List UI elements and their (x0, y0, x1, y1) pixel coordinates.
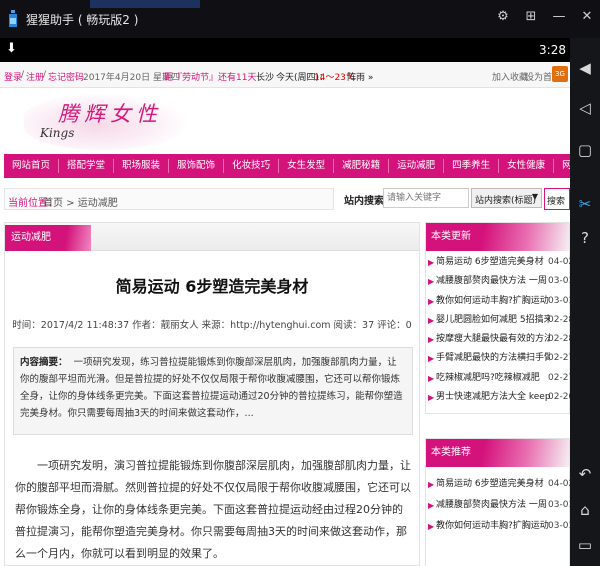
help-icon[interactable]: ? (575, 228, 595, 248)
arrow-icon: ▶ (428, 258, 435, 267)
emulator-titlebar: 猩猩助手 ( 畅玩版2 ) ⚙ ⊞ — ✕ (0, 0, 600, 38)
latest-list: ▶简易运动 6步塑造完美身材04-02 ▶减腰腹部赘肉最快方法 一周03-01 … (426, 251, 570, 407)
emulator-side-toolbar: ◀ ◁ ▢ ✂ ? ↶ ⌂ ▭ (570, 38, 600, 566)
summary-text: 一项研究发现，练习普拉提能锻炼到你腹部深层肌肉，加强腹部肌肉力量，让你的腹部平坦… (20, 357, 403, 419)
shake-icon[interactable]: ▢ (575, 140, 595, 160)
nav-item-hairstyle[interactable]: 女生发型 (279, 159, 335, 173)
home-icon[interactable]: ⌂ (575, 500, 595, 520)
holiday-countdown: 距『劳动节』还有11天 (164, 73, 257, 83)
top-info-bar: 登录 / 注册 / 忘记密码 2017年4月20日 星期四 距『劳动节』还有11… (0, 62, 570, 88)
arrow-icon: ▶ (428, 277, 435, 287)
article-panel-header: 运动减肥 (5, 223, 419, 251)
add-favorite-link[interactable]: 加入收藏 (492, 70, 528, 83)
close-icon[interactable]: ✕ (580, 10, 594, 24)
chevron-down-icon: ▼ (531, 192, 538, 201)
main-nav: 网站首页 搭配学堂 职场服装 服饰配饰 化妆技巧 女生发型 减肥秘籍 运动减肥 … (4, 154, 570, 178)
list-item[interactable]: ▶吃辣椒减肥吗?吃辣椒减肥02-27 (426, 369, 570, 388)
arrow-icon: ▶ (428, 522, 435, 531)
site-logo[interactable]: 腾辉女性 (58, 98, 162, 128)
list-item[interactable]: ▶简易运动 6步塑造完美身材04-02 (426, 475, 570, 496)
arrow-icon: ▶ (428, 501, 435, 510)
settings-icon[interactable]: ⚙ (496, 10, 510, 24)
arrow-icon: ▶ (428, 354, 435, 364)
arrow-icon: ▶ (428, 393, 435, 403)
logo-signature: Kings (40, 126, 75, 140)
latest-title: 本类更新 (426, 223, 569, 251)
list-item[interactable]: ▶手臂减肥最快的方法横扫手臂02-27 (426, 349, 570, 368)
minimize-icon[interactable]: — (552, 10, 566, 24)
download-icon: ⬇ (6, 41, 17, 56)
site-banner: 腾辉女性 Kings (0, 88, 570, 154)
breadcrumb: 当前位置： 首页 > 运动减肥 (4, 188, 334, 210)
title-overlay-bar (90, 0, 200, 8)
recommend-list: ▶简易运动 6步塑造完美身材04-02 ▶减腰腹部赘肉最快方法 一周03-01 … (426, 467, 570, 538)
nav-item-seasons[interactable]: 四季养生 (444, 159, 500, 173)
list-item[interactable]: ▶按摩瘦大腿最快最有效的方法02-28 (426, 330, 570, 349)
login-link[interactable]: 登录 (4, 70, 22, 83)
list-item[interactable]: ▶减腰腹部赘肉最快方法 一周03-01 (426, 496, 570, 517)
arrow-icon: ▶ (428, 296, 435, 306)
arrow-icon: ▶ (428, 315, 435, 325)
arrow-icon: ▶ (428, 480, 435, 489)
register-link[interactable]: 注册 (26, 70, 44, 83)
nav-item-workwear[interactable]: 职场服装 (114, 159, 170, 173)
nav-item-home[interactable]: 网站首页 (4, 159, 60, 173)
nav-item-makeup[interactable]: 化妆技巧 (224, 159, 280, 173)
article-summary: 内容摘要： 一项研究发现，练习普拉提能锻炼到你腹部深层肌肉，加强腹部肌肉力量，让… (13, 347, 413, 435)
section-tag[interactable]: 运动减肥 (5, 225, 91, 251)
apps-icon[interactable]: ⊞ (524, 10, 538, 24)
search-scope-value: 站内搜索(标题) (475, 196, 537, 206)
breadcrumb-bar: 当前位置： 首页 > 运动减肥 站内搜索 站内搜索(标题) ▼ 搜索 (0, 188, 570, 210)
back-icon[interactable]: ↶ (575, 464, 595, 484)
arrow-icon: ▶ (428, 335, 435, 345)
recent-apps-icon[interactable]: ▭ (575, 535, 595, 555)
forgot-password-link[interactable]: 忘记密码 (48, 70, 84, 83)
nav-item-health[interactable]: 女性健康 (499, 159, 555, 173)
search-button[interactable]: 搜索 (544, 188, 570, 210)
list-item[interactable]: ▶婴儿肥圆脸如何减肥 5招搞来02-28 (426, 311, 570, 330)
search-input[interactable] (383, 188, 469, 208)
nav-item-shopping[interactable]: 网购技巧 (554, 159, 570, 173)
nav-item-accessories[interactable]: 服饰配饰 (169, 159, 225, 173)
web-page: 登录 / 注册 / 忘记密码 2017年4月20日 星期四 距『劳动节』还有11… (0, 62, 570, 566)
breadcrumb-path[interactable]: 首页 > 运动减肥 (43, 194, 118, 209)
summary-label: 内容摘要： (20, 357, 68, 368)
bottle-icon (6, 10, 20, 28)
arrow-icon: ▶ (428, 373, 435, 383)
volume-down-icon[interactable]: ◁ (575, 98, 595, 118)
weather-city: 长沙 (256, 73, 275, 83)
list-item[interactable]: ▶减腰腹部赘肉最快方法 一周03-01 (426, 272, 570, 291)
emulator-title: 猩猩助手 ( 畅玩版2 ) (26, 12, 139, 27)
search-scope-select[interactable]: 站内搜索(标题) ▼ (471, 188, 542, 208)
nav-item-exercise[interactable]: 运动减肥 (389, 159, 445, 173)
list-item[interactable]: ▶男士快速减肥方法大全 keep02-26 (426, 388, 570, 407)
article-body: 一项研究发明，演习普拉提能锻炼到你腹部深层肌肉，加强腹部肌肉力量，让你的腹部平坦… (15, 459, 411, 560)
article-title: 简易运动 6步塑造完美身材 (115, 277, 309, 296)
search-label: 站内搜索 (344, 196, 384, 207)
nav-item-diet[interactable]: 减肥秘籍 (334, 159, 390, 173)
mobile-version-icon[interactable]: 3G (552, 66, 568, 82)
sidebar: 本类更新 ▶简易运动 6步塑造完美身材04-02 ▶减腰腹部赘肉最快方法 一周0… (425, 222, 570, 566)
android-status-bar: ⬇ 3:28 (0, 38, 570, 62)
latest-box: 本类更新 ▶简易运动 6步塑造完美身材04-02 ▶减腰腹部赘肉最快方法 一周0… (425, 222, 570, 414)
nav-item-style[interactable]: 搭配学堂 (59, 159, 115, 173)
screenshot-scissors-icon[interactable]: ✂ (575, 194, 595, 214)
list-item[interactable]: ▶简易运动 6步塑造完美身材04-02 (426, 253, 570, 272)
list-item[interactable]: ▶教你如何运动丰胸?扩胸运动03-01 (426, 292, 570, 311)
article-meta: 时间：2017/4/2 11:48:37 作者：靓丽女人 来源：http://h… (12, 320, 412, 331)
recommend-box: 本类推荐 ▶简易运动 6步塑造完美身材04-02 ▶减腰腹部赘肉最快方法 一周0… (425, 438, 570, 566)
weather-condition[interactable]: 阵雨 » (347, 70, 373, 83)
list-item[interactable]: ▶教你如何运动丰胸?扩胸运动03-01 (426, 517, 570, 538)
recommend-title: 本类推荐 (426, 439, 569, 467)
status-clock: 3:28 (539, 43, 566, 57)
volume-up-icon[interactable]: ◀ (575, 58, 595, 78)
article-panel: 运动减肥 简易运动 6步塑造完美身材 时间：2017/4/2 11:48:37 … (4, 222, 420, 566)
